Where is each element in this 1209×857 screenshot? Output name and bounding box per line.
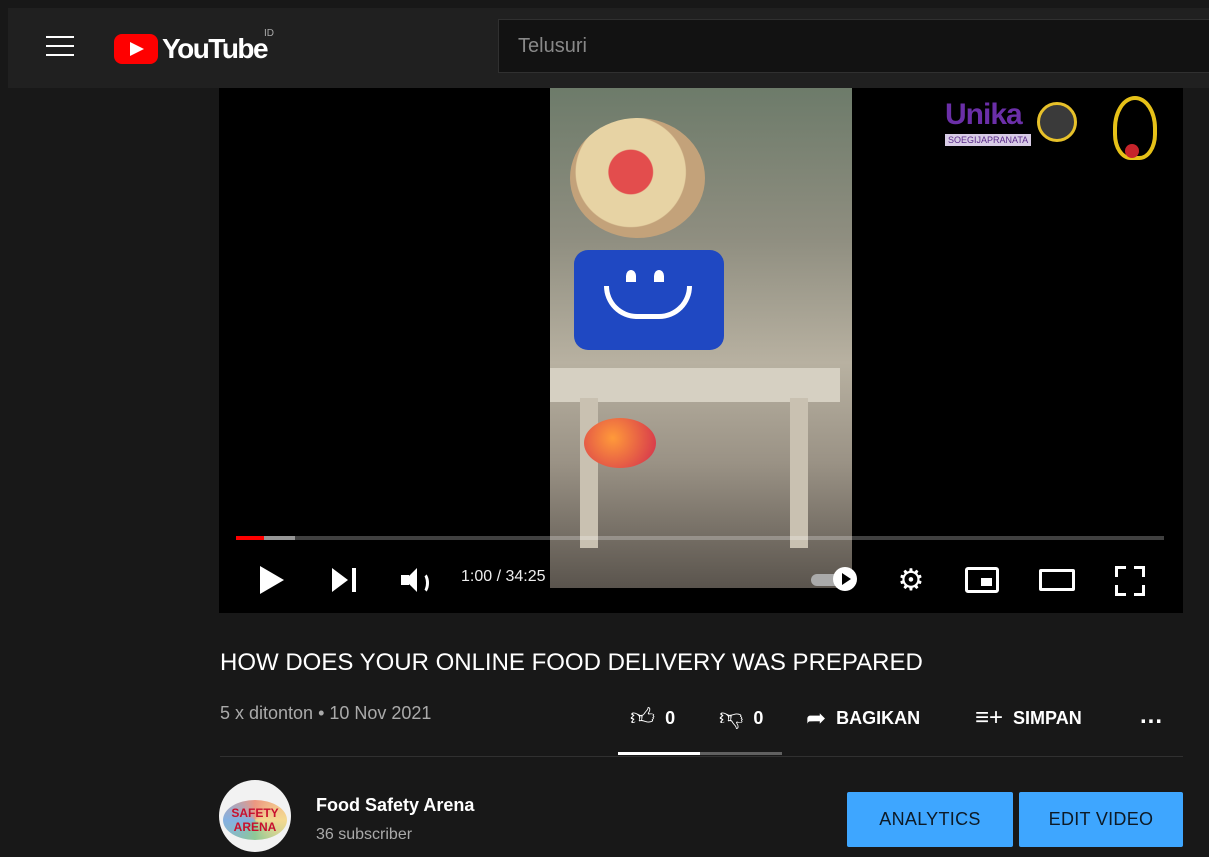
divider <box>220 756 1183 757</box>
like-button[interactable]: 👍︎ 0 <box>630 704 676 731</box>
channel-name[interactable]: Food Safety Arena <box>316 795 474 816</box>
share-arrow-icon: ➦ <box>806 704 827 732</box>
edit-video-button[interactable]: EDIT VIDEO <box>1019 792 1183 847</box>
unika-logo-text: Unika <box>945 98 1023 131</box>
video-title: HOW DOES YOUR ONLINE FOOD DELIVERY WAS P… <box>220 649 923 676</box>
unika-subtitle: SOEGIJAPRANATA <box>945 134 1032 146</box>
theater-icon[interactable] <box>1039 569 1075 591</box>
region-code: ID <box>264 28 274 39</box>
like-count: 0 <box>665 707 676 728</box>
avatar-text-1: SAFETY <box>231 806 279 820</box>
save-label: SIMPAN <box>1013 707 1082 728</box>
dislike-count: 0 <box>753 707 764 728</box>
channel-avatar[interactable]: SAFETY ARENA <box>219 780 291 852</box>
avatar-text-2: ARENA <box>233 820 277 834</box>
thumbs-down-icon: 👎︎ <box>719 704 744 731</box>
volume-icon[interactable] <box>401 566 433 594</box>
video-player[interactable]: Unika SOEGIJAPRANATA 1:00 / 34:25 ⚙ <box>219 88 1183 613</box>
fruit-image <box>584 418 656 468</box>
autoplay-toggle[interactable] <box>811 567 857 591</box>
smiley-box-image <box>574 250 724 350</box>
video-meta: 5 x ditonton • 10 Nov 2021 <box>220 703 432 723</box>
hamburger-menu-icon[interactable] <box>46 36 74 58</box>
next-icon[interactable] <box>332 568 358 592</box>
sentiment-bar <box>618 752 782 755</box>
top-bar: YouTube ID Telusuri <box>8 8 1209 88</box>
play-icon[interactable] <box>260 566 284 594</box>
playlist-add-icon: ≡+ <box>975 704 1004 731</box>
played-bar <box>236 536 264 540</box>
miniplayer-icon[interactable] <box>965 567 999 593</box>
fullscreen-icon[interactable] <box>1115 566 1145 596</box>
partner-logo <box>1103 92 1161 172</box>
thumbs-up-icon: 👍︎ <box>630 704 656 731</box>
logo-text: YouTube <box>162 33 269 64</box>
progress-bar[interactable] <box>236 536 1164 540</box>
youtube-play-icon <box>114 34 158 64</box>
fruit-bowl-image <box>570 118 705 238</box>
youtube-logo[interactable]: YouTube <box>114 32 269 66</box>
share-label: BAGIKAN <box>836 707 921 728</box>
video-frame <box>550 88 852 588</box>
time-display: 1:00 / 34:25 <box>461 568 546 585</box>
unika-watermark: Unika SOEGIJAPRANATA <box>945 100 1105 160</box>
search-input[interactable]: Telusuri <box>498 19 1209 73</box>
more-actions-button[interactable]: ... <box>1140 702 1163 729</box>
subscriber-count: 36 subscriber <box>316 826 413 843</box>
analytics-button[interactable]: ANALYTICS <box>847 792 1013 847</box>
share-button[interactable]: ➦ BAGIKAN <box>806 704 921 732</box>
dislike-button[interactable]: 👎︎ 0 <box>719 704 764 731</box>
seal-icon <box>1037 102 1077 142</box>
player-controls: 1:00 / 34:25 ⚙ <box>219 550 1183 604</box>
sentiment-fill <box>618 752 700 755</box>
gear-icon[interactable]: ⚙ <box>896 566 926 596</box>
save-button[interactable]: ≡+ SIMPAN <box>975 704 1082 731</box>
